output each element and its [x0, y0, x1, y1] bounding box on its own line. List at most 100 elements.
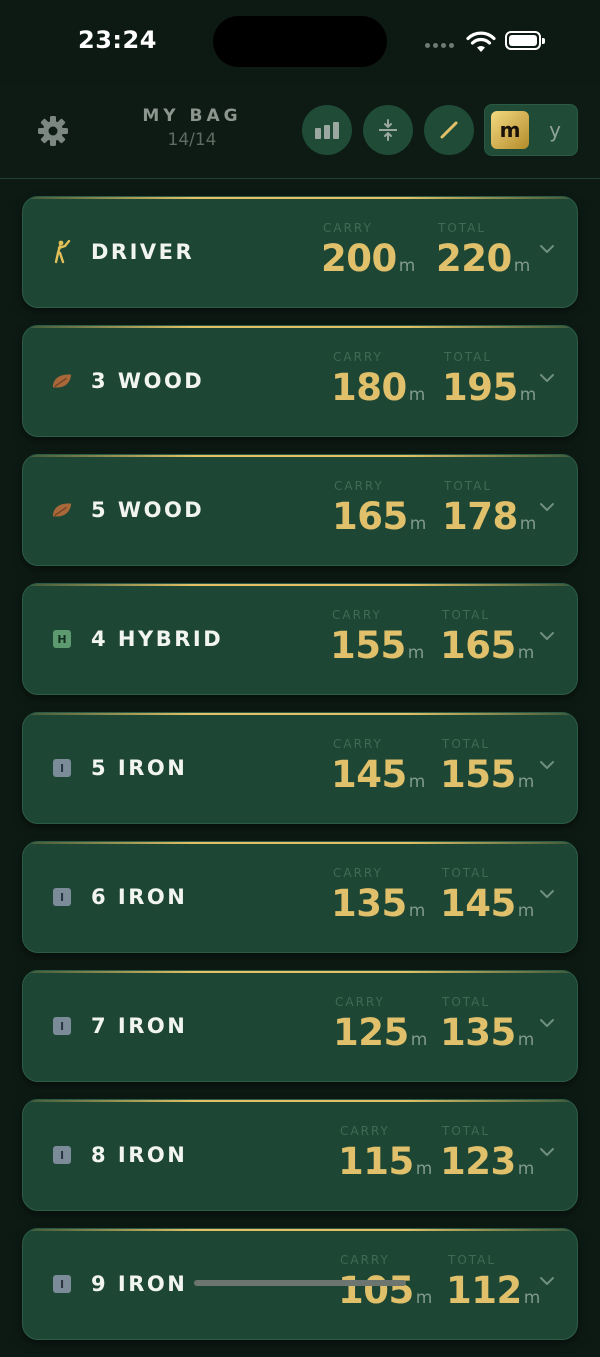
- chevron-down-icon[interactable]: [539, 1017, 555, 1029]
- wood-leaf-icon: [51, 499, 73, 521]
- app-header: MY BAG 14/14 m y: [0, 84, 600, 179]
- carry-label: CARRY: [333, 350, 383, 364]
- total-label: TOTAL: [442, 995, 491, 1009]
- compress-icon: [379, 119, 397, 141]
- total-value: 145 m: [440, 882, 534, 925]
- compact-view-button[interactable]: [363, 105, 413, 155]
- pencil-icon: [440, 121, 458, 139]
- carry-distance: 165: [332, 495, 408, 538]
- carry-column: CARRY 155 m: [330, 608, 424, 667]
- total-column: TOTAL 123 m: [440, 1124, 534, 1183]
- club-name: 3 WOOD: [91, 369, 205, 393]
- carry-distance: 125: [333, 1011, 409, 1054]
- total-value: 155 m: [440, 753, 534, 796]
- carry-column: CARRY 125 m: [333, 995, 427, 1054]
- total-unit: m: [517, 1159, 535, 1179]
- header-title-block: MY BAG 14/14: [130, 106, 254, 150]
- total-label: TOTAL: [442, 866, 491, 880]
- carry-unit: m: [409, 514, 427, 534]
- carry-distance: 155: [330, 624, 406, 667]
- carry-label: CARRY: [334, 479, 384, 493]
- chevron-down-icon[interactable]: [539, 759, 555, 771]
- carry-distance: 145: [331, 753, 407, 796]
- chevron-down-icon[interactable]: [539, 888, 555, 900]
- total-column: TOTAL 195 m: [442, 350, 536, 409]
- total-column: TOTAL 145 m: [440, 866, 534, 925]
- edit-button[interactable]: [424, 105, 474, 155]
- stats-button[interactable]: [302, 105, 352, 155]
- bar-chart-icon: [315, 122, 339, 139]
- carry-label: CARRY: [333, 737, 383, 751]
- total-distance: 155: [440, 753, 516, 796]
- status-time: 23:24: [78, 26, 157, 54]
- total-column: TOTAL 135 m: [440, 995, 534, 1054]
- total-unit: m: [523, 1288, 541, 1308]
- iron-icon: I: [51, 757, 73, 779]
- carry-label: CARRY: [340, 1253, 390, 1267]
- carry-unit: m: [415, 1288, 433, 1308]
- settings-gear-icon[interactable]: [36, 114, 70, 148]
- club-card[interactable]: H4 HYBRID CARRY 155 m TOTAL 165 m: [22, 583, 578, 695]
- carry-distance: 135: [331, 882, 407, 925]
- total-column: TOTAL 112 m: [446, 1253, 540, 1312]
- carry-value: 125 m: [333, 1011, 427, 1054]
- club-card[interactable]: I7 IRON CARRY 125 m TOTAL 135 m: [22, 970, 578, 1082]
- total-unit: m: [519, 514, 537, 534]
- club-card[interactable]: 5 WOOD CARRY 165 m TOTAL 178 m: [22, 454, 578, 566]
- total-label: TOTAL: [444, 350, 493, 364]
- battery-icon: [505, 31, 545, 50]
- unit-meters-option[interactable]: m: [491, 111, 529, 149]
- carry-value: 115 m: [338, 1140, 432, 1183]
- club-list: DRIVER CARRY 200 m TOTAL 220 m 3 WOOD CARRY 180 m T…: [22, 196, 578, 1357]
- total-value: 220 m: [436, 237, 530, 280]
- total-column: TOTAL 178 m: [442, 479, 536, 538]
- iron-icon: I: [51, 886, 73, 908]
- total-unit: m: [517, 772, 535, 792]
- club-card[interactable]: I8 IRON CARRY 115 m TOTAL 123 m: [22, 1099, 578, 1211]
- total-distance: 145: [440, 882, 516, 925]
- page-title: MY BAG: [142, 106, 242, 126]
- total-distance: 123: [440, 1140, 516, 1183]
- total-column: TOTAL 220 m: [436, 221, 530, 280]
- club-card[interactable]: I5 IRON CARRY 145 m TOTAL 155 m: [22, 712, 578, 824]
- total-distance: 165: [440, 624, 516, 667]
- unit-toggle: m y: [484, 104, 578, 156]
- carry-column: CARRY 200 m: [321, 221, 415, 280]
- total-unit: m: [517, 643, 535, 663]
- chevron-down-icon[interactable]: [539, 630, 555, 642]
- chevron-down-icon[interactable]: [539, 372, 555, 384]
- club-card[interactable]: 3 WOOD CARRY 180 m TOTAL 195 m: [22, 325, 578, 437]
- club-name: 4 HYBRID: [91, 627, 224, 651]
- chevron-down-icon[interactable]: [539, 1146, 555, 1158]
- total-label: TOTAL: [448, 1253, 497, 1267]
- total-unit: m: [513, 256, 531, 276]
- club-name: 5 WOOD: [91, 498, 205, 522]
- total-unit: m: [519, 385, 537, 405]
- carry-unit: m: [398, 256, 416, 276]
- carry-value: 135 m: [331, 882, 425, 925]
- total-label: TOTAL: [442, 737, 491, 751]
- chevron-down-icon[interactable]: [539, 243, 555, 255]
- carry-unit: m: [408, 901, 426, 921]
- carry-value: 145 m: [331, 753, 425, 796]
- hybrid-icon: H: [51, 628, 73, 650]
- carry-column: CARRY 165 m: [332, 479, 426, 538]
- carry-value: 165 m: [332, 495, 426, 538]
- home-indicator: [194, 1280, 406, 1286]
- club-type-badge: I: [53, 1275, 71, 1293]
- carry-label: CARRY: [333, 866, 383, 880]
- carry-distance: 180: [331, 366, 407, 409]
- unit-yards-option[interactable]: y: [537, 111, 573, 149]
- total-value: 112 m: [446, 1269, 540, 1312]
- carry-column: CARRY 180 m: [331, 350, 425, 409]
- club-type-badge: I: [53, 1017, 71, 1035]
- chevron-down-icon[interactable]: [539, 501, 555, 513]
- chevron-down-icon[interactable]: [539, 1275, 555, 1287]
- dynamic-island: [213, 16, 387, 67]
- club-card[interactable]: I6 IRON CARRY 135 m TOTAL 145 m: [22, 841, 578, 953]
- club-type-badge: I: [53, 888, 71, 906]
- carry-value: 155 m: [330, 624, 424, 667]
- total-unit: m: [517, 1030, 535, 1050]
- club-card[interactable]: DRIVER CARRY 200 m TOTAL 220 m: [22, 196, 578, 308]
- carry-distance: 105: [338, 1269, 414, 1312]
